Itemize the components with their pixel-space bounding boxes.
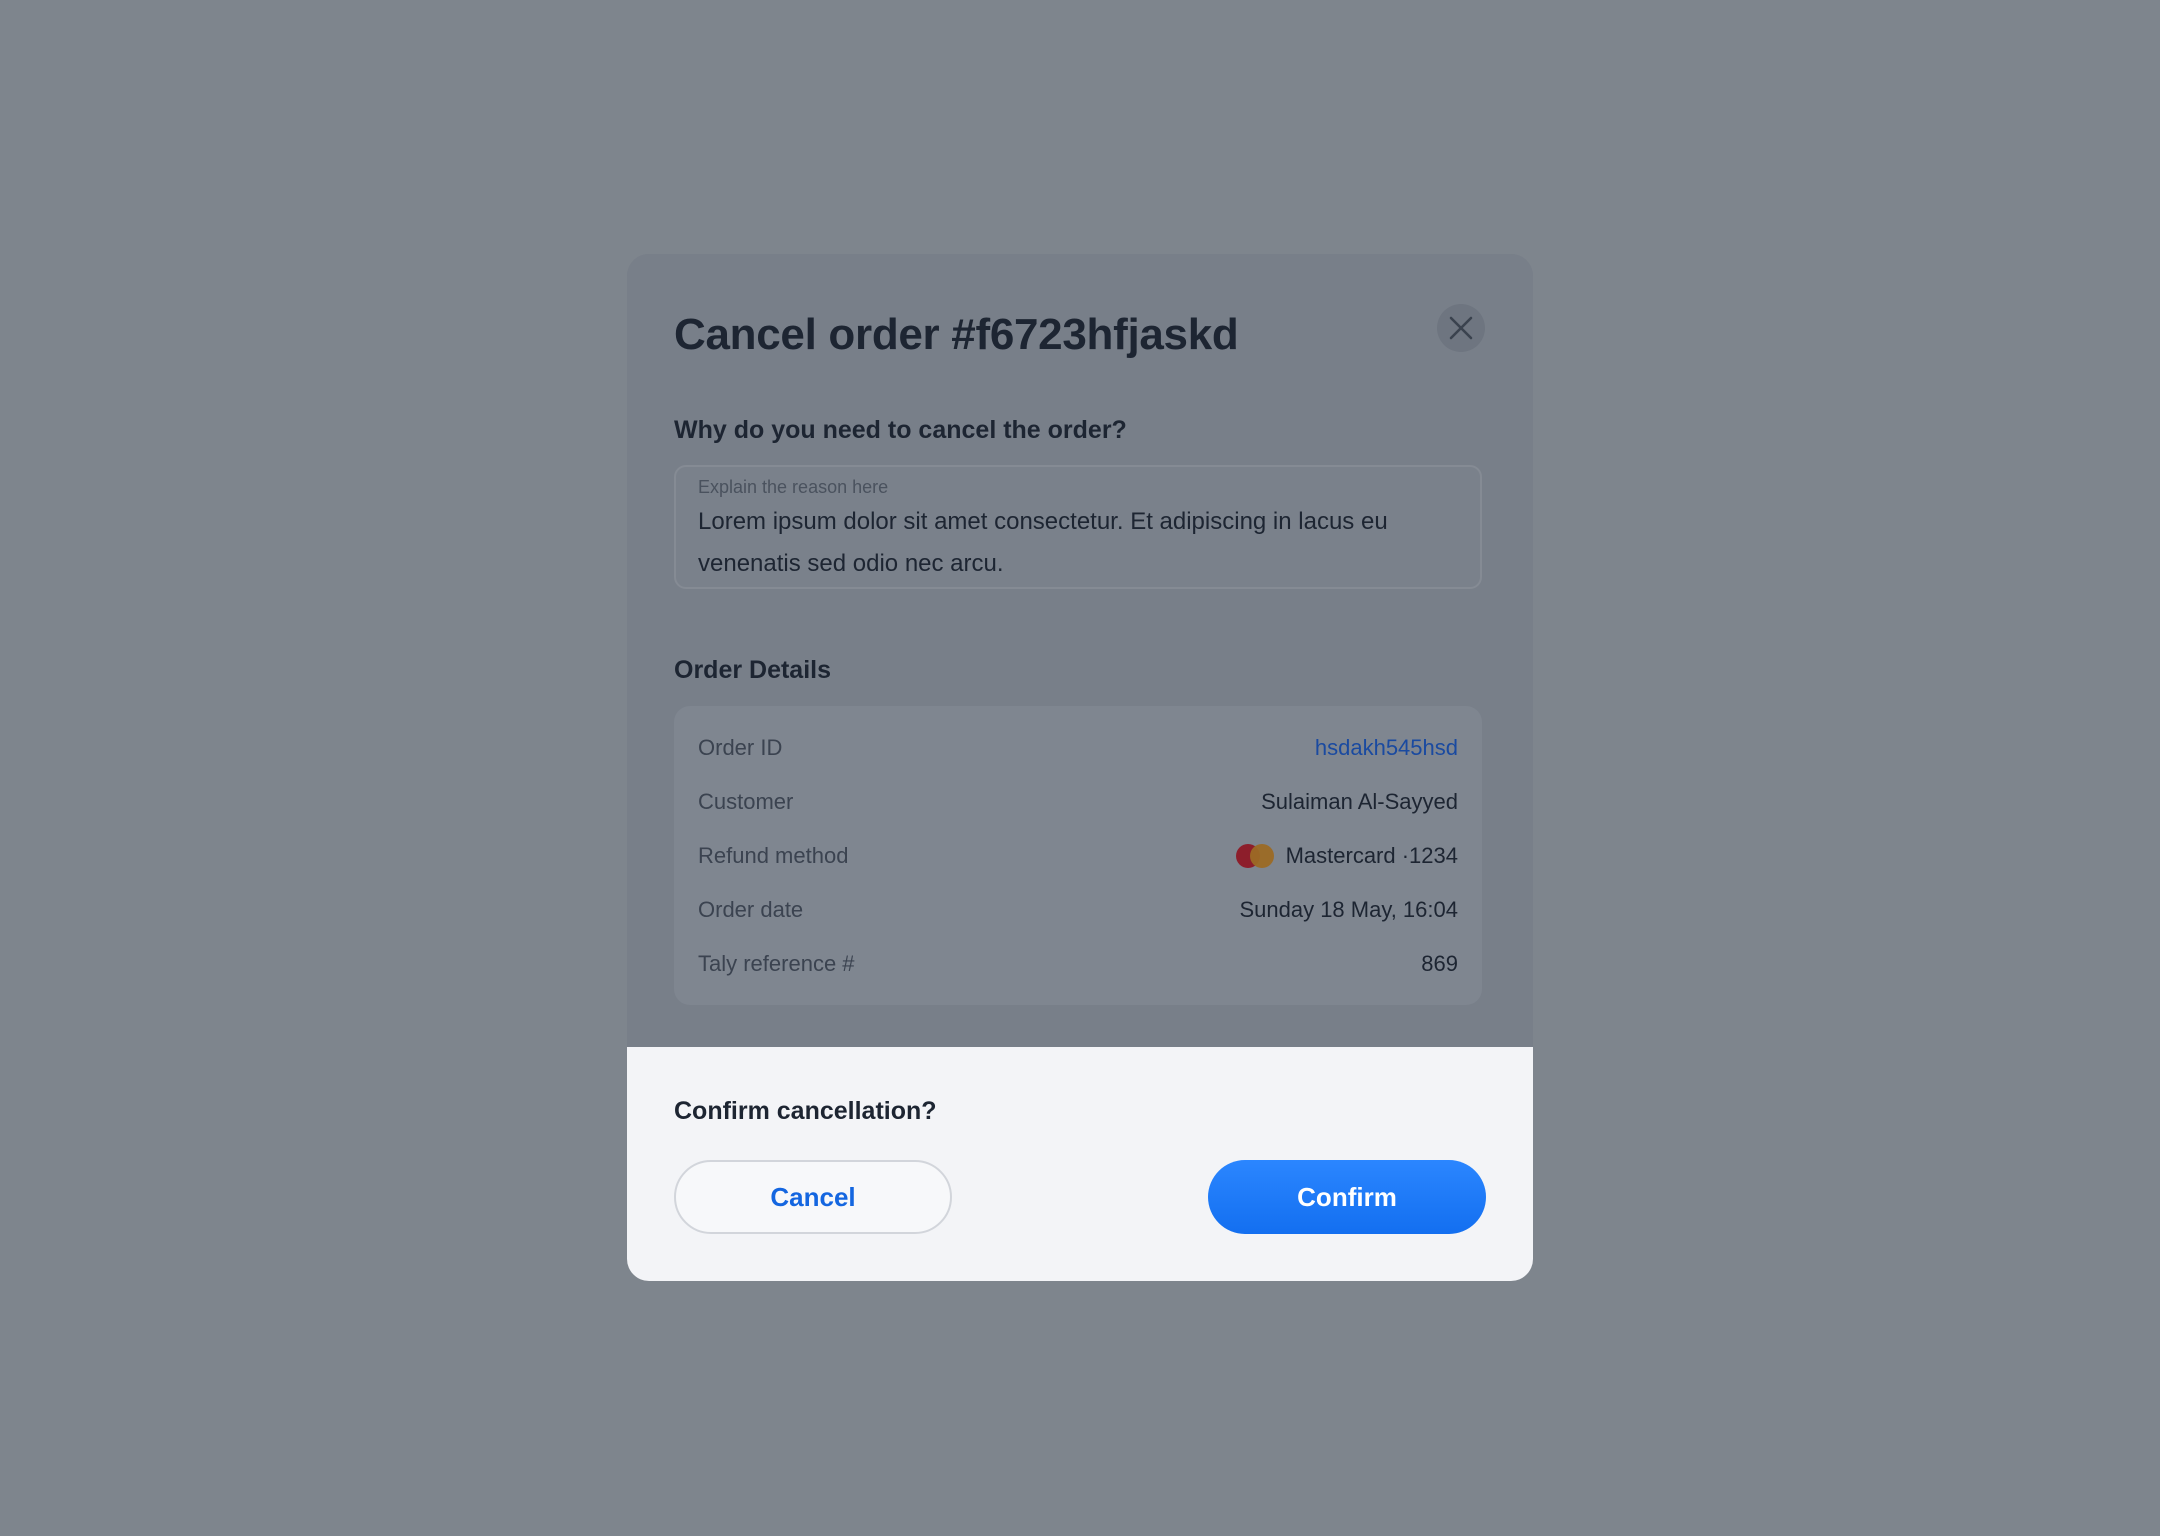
cancel-order-modal: Cancel order #f6723hfjaskd Why do you ne… [627, 254, 1533, 1281]
refund-method-text: Mastercard ·1234 [1285, 843, 1458, 868]
detail-label: Taly reference # [698, 951, 855, 976]
detail-value: 869 [1421, 951, 1458, 976]
modal-content: Cancel order #f6723hfjaskd Why do you ne… [627, 254, 1533, 1047]
detail-row-refund-method: Refund method Mastercard ·1234 [698, 840, 1458, 872]
detail-value-refund: Mastercard ·1234 [1235, 843, 1458, 869]
detail-label: Customer [698, 789, 794, 814]
detail-row-order-date: Order date Sunday 18 May, 16:04 [698, 894, 1458, 926]
close-button[interactable] [1437, 304, 1485, 352]
detail-label: Refund method [698, 843, 849, 868]
detail-label: Order ID [698, 735, 783, 760]
order-details-heading: Order Details [674, 656, 832, 684]
modal-footer: Confirm cancellation? Cancel Confirm [627, 1047, 1533, 1281]
confirm-button[interactable]: Confirm [1208, 1160, 1486, 1234]
detail-value: Sunday 18 May, 16:04 [1239, 897, 1458, 922]
reason-placeholder: Explain the reason here [698, 477, 889, 497]
detail-value: Sulaiman Al-Sayyed [1261, 789, 1458, 814]
confirm-question: Confirm cancellation? [674, 1097, 937, 1125]
mastercard-icon [1235, 844, 1274, 868]
order-details-card: Order ID hsdakh545hsd Customer Sulaiman … [674, 706, 1482, 1005]
detail-row-taly-reference: Taly reference # 869 [698, 948, 1458, 980]
reason-text[interactable]: Lorem ipsum dolor sit amet consectetur. … [698, 501, 1458, 585]
modal-title: Cancel order #f6723hfjaskd [674, 310, 1239, 359]
detail-row-customer: Customer Sulaiman Al-Sayyed [698, 786, 1458, 818]
reason-label: Why do you need to cancel the order? [674, 416, 1127, 444]
order-id-link[interactable]: hsdakh545hsd [1315, 735, 1458, 761]
reason-textarea[interactable]: Explain the reason here Lorem ipsum dolo… [674, 465, 1482, 589]
detail-label: Order date [698, 897, 804, 922]
detail-row-order-id: Order ID hsdakh545hsd [698, 732, 1458, 764]
close-icon [1449, 316, 1473, 340]
cancel-button[interactable]: Cancel [674, 1160, 952, 1234]
